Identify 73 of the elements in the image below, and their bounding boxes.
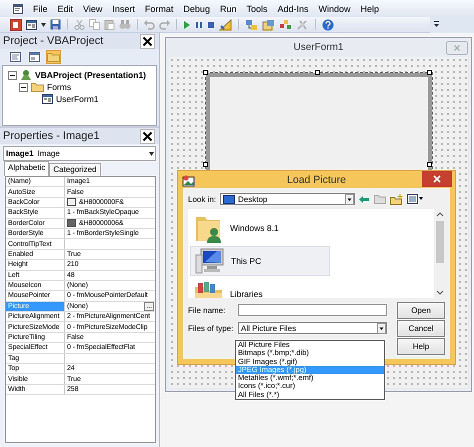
close-icon[interactable] [142,130,153,142]
desktop-icon [223,194,236,204]
caret-icon [149,152,154,156]
view-object-button[interactable] [27,50,42,64]
toggle-folders-button[interactable] [46,50,61,64]
field-label: Look in: [188,194,216,204]
toolbar-options-icon[interactable] [434,21,439,29]
form-icon [42,94,53,104]
dialog-title: Load Picture [287,174,346,186]
collapse-icon[interactable] [19,82,28,92]
folder-icon [31,82,44,92]
menu-item[interactable]: Edit [52,2,78,14]
menu-item[interactable]: Help [356,2,384,14]
object-dropdown[interactable]: Image1 Image [3,146,156,161]
view-object-icon [29,52,40,62]
insert-form-icon[interactable] [26,20,37,30]
close-button[interactable] [422,171,452,187]
location-item[interactable]: This PC [190,246,330,276]
file-name-field[interactable] [238,304,387,316]
file-type-dropdown[interactable]: All Picture Files [238,322,387,334]
resize-handle[interactable] [203,162,208,167]
properties-icon[interactable] [262,18,275,30]
collapse-icon[interactable] [8,70,17,80]
tree-item[interactable]: Forms [47,82,72,92]
help-icon[interactable] [322,18,334,30]
menu-item[interactable]: Window [314,2,356,14]
field-label: File name: [188,306,226,314]
menu-item[interactable]: Tools [241,2,272,14]
tree-item[interactable]: VBAProject (Presentation1) [35,70,146,80]
menu-item[interactable]: Format [140,2,178,14]
view-code-button[interactable] [8,50,23,64]
run-icon[interactable] [183,20,191,30]
back-icon[interactable] [359,194,370,204]
menu-item[interactable]: Insert [107,2,140,14]
view-code-icon [10,52,21,62]
look-in-dropdown[interactable]: Desktop [220,193,356,205]
new-folder-icon[interactable] [390,194,404,204]
tab[interactable]: Categorized [49,163,100,176]
cancel-button[interactable]: Cancel [397,320,445,336]
app-icon[interactable] [10,18,22,30]
menu-item[interactable]: File [28,2,53,14]
ruler-icon[interactable] [219,18,232,30]
picture-file-icon [182,175,195,187]
location-item[interactable]: Windows 8.1 [190,213,330,243]
pane-title: Project - VBAProject [3,35,104,47]
window-title: UserForm1 [293,42,344,53]
toggle-folders-icon [47,52,60,62]
tab[interactable]: Alphabetic [4,161,50,176]
pause-icon[interactable] [195,20,203,30]
menu-item[interactable]: Debug [178,2,215,14]
location-item[interactable]: Libraries [190,279,330,298]
project-explorer-icon[interactable] [245,18,258,30]
module-icon[interactable] [13,4,23,14]
resize-handle[interactable] [315,70,320,75]
save-icon[interactable] [50,19,61,30]
object-browser-icon[interactable] [279,18,292,30]
open-button[interactable]: Open [397,302,445,318]
stop-icon[interactable] [207,20,215,30]
close-icon[interactable] [142,36,153,46]
project-icon [20,69,32,81]
field-label: Files of type: [188,324,234,332]
menu-item[interactable]: Run [214,2,242,14]
resize-handle[interactable] [203,70,208,75]
menu-item[interactable]: View [78,2,108,14]
resize-handle[interactable] [427,70,432,75]
computer-icon [195,247,225,275]
menu-item[interactable]: Add-Ins [272,2,314,14]
help-button[interactable]: Help [397,338,445,354]
view-menu-icon[interactable] [407,194,424,204]
tree-item[interactable]: UserForm1 [56,94,99,104]
pane-title: Properties - Image1 [3,130,100,142]
resize-handle[interactable] [427,162,432,167]
caret-icon[interactable] [41,22,46,26]
